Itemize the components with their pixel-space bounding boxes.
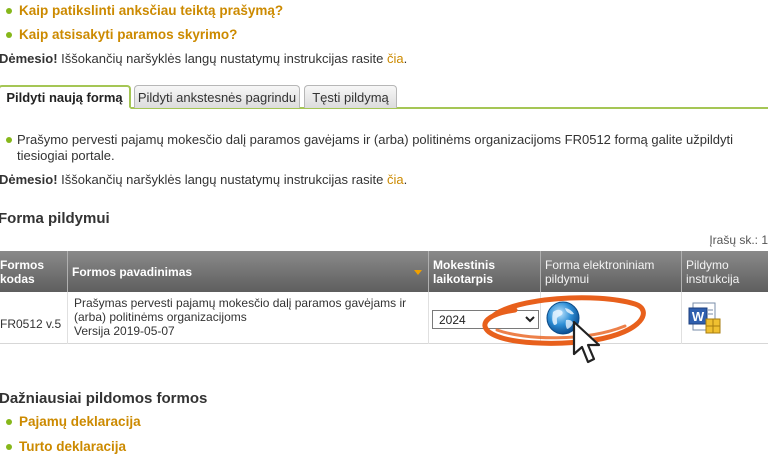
bullet [6,137,12,143]
notice-link[interactable]: čia [387,172,404,187]
frequent-link-property-declaration[interactable]: Turto deklaracija [19,439,126,454]
form-name-cell: Prašymas pervesti pajamų mokesčio dalį p… [68,292,429,344]
help-link-item-2: Kaip atsisakyti paramos skyrimo? [6,27,237,42]
word-document-icon[interactable]: W [688,301,722,335]
help-link-item-1: Kaip patikslinti anksčiau teiktą prašymą… [6,3,283,18]
form-code-cell: FR0512 v.5 [0,292,68,344]
bullet [6,31,12,38]
form-version: Versija 2019-05-07 [74,324,175,338]
bullet [6,418,12,425]
section-title: Forma pildymui [0,210,110,227]
column-header-electronic: Forma elektroniniam pildymui [541,251,682,292]
column-header-code: Formos kodas [0,251,68,292]
frequent-link-item-2: Turto deklaracija [6,439,126,454]
popup-notice: Dėmesio! Iššokančių naršyklės langų nust… [0,51,408,66]
frequent-link-income-declaration[interactable]: Pajamų deklaracija [19,414,141,429]
bullet [6,443,12,450]
record-count: Įrašų sk.: 1 [709,233,768,247]
tab-fill-based-on-previous[interactable]: Pildyti ankstesnės pagrindu [134,85,300,108]
form-name: Prašymas pervesti pajamų mokesčio dalį p… [74,296,407,324]
annotation-circle-icon [482,295,646,346]
tab-continue-filling[interactable]: Tęsti pildymą [304,85,397,108]
column-header-instructions: Pildymo instrukcija [686,257,740,286]
sort-arrow-icon [414,270,422,275]
column-header-name-label: Formos pavadinimas [72,264,193,279]
help-link-clarify-request[interactable]: Kaip patikslinti anksčiau teiktą prašymą… [19,3,283,18]
column-header-period: Mokestinis laikotarpis [429,251,541,292]
frequent-forms-title: Dažniausiai pildomos formos [0,390,208,407]
bullet [6,7,12,14]
mouse-cursor-icon [572,320,601,364]
svg-text:W: W [692,309,705,324]
notice-link[interactable]: čia [387,51,404,66]
tab-fill-new-form[interactable]: Pildyti naują formą [0,85,131,109]
help-link-cancel-support[interactable]: Kaip atsisakyti paramos skyrimo? [19,27,237,42]
notice-text: Iššokančių naršyklės langų nustatymų ins… [57,172,388,187]
tab-content-text: Prašymo pervesti pajamų mokesčio dalį pa… [17,132,734,163]
notice-bold: Dėmesio! [0,172,58,187]
notice-bold: Dėmesio! [0,51,58,66]
column-header-name[interactable]: Formos pavadinimas [68,251,429,292]
popup-notice-2: Dėmesio! Iššokančių naršyklės langų nust… [0,172,408,187]
notice-text: Iššokančių naršyklės langų nustatymų ins… [57,51,388,66]
frequent-link-item-1: Pajamų deklaracija [6,414,141,429]
